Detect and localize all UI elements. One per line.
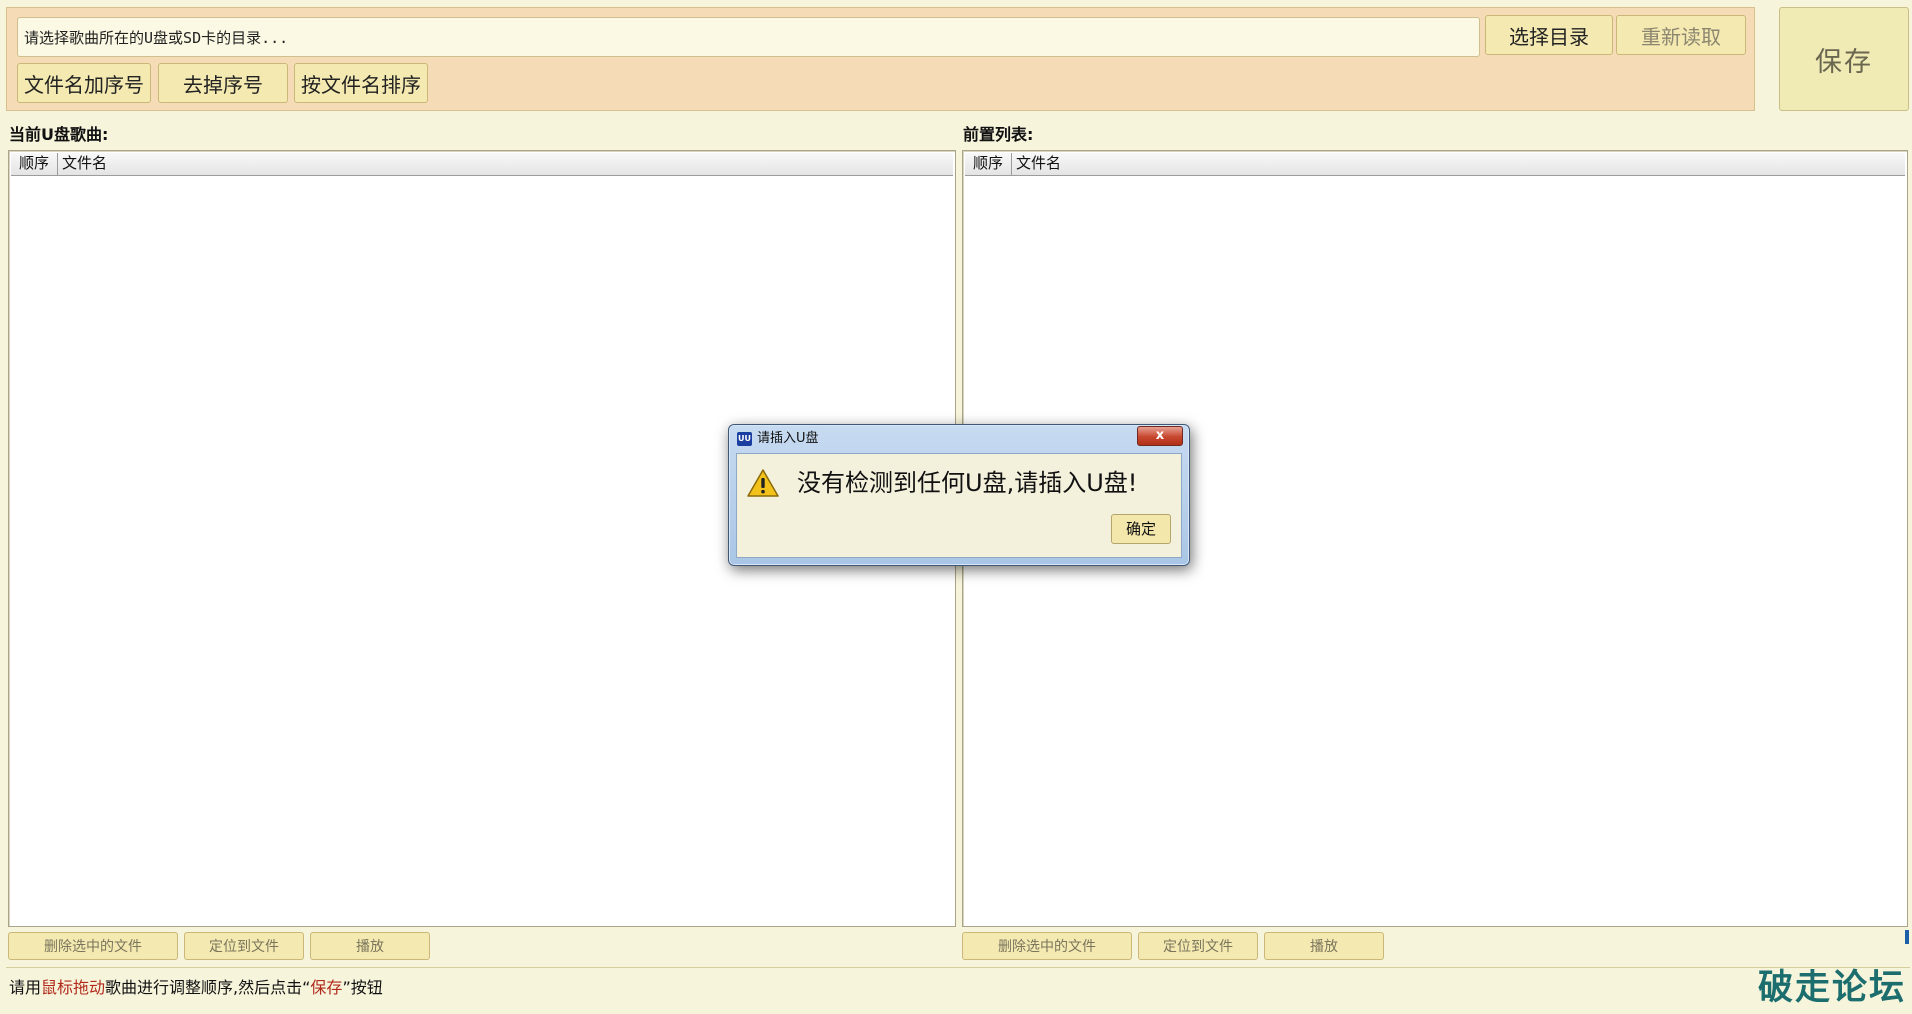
preset-list-title: 前置列表: xyxy=(963,125,1034,144)
close-icon[interactable]: x xyxy=(1137,426,1183,446)
remove-prefix-button[interactable]: 去掉序号 xyxy=(158,63,288,103)
reread-button[interactable]: 重新读取 xyxy=(1616,15,1746,55)
ok-button[interactable]: 确定 xyxy=(1111,514,1171,544)
status-text-part: ”按钮 xyxy=(342,978,383,997)
dialog-message: 没有检测到任何U盘,请插入U盘! xyxy=(797,469,1138,497)
status-highlight-drag: 鼠标拖动 xyxy=(41,978,106,997)
list-header: 顺序 文件名 xyxy=(965,153,1905,176)
sort-by-name-button[interactable]: 按文件名排序 xyxy=(294,63,428,103)
left-play-button[interactable]: 播放 xyxy=(310,932,430,960)
right-locate-file-button[interactable]: 定位到文件 xyxy=(1138,932,1258,960)
top-toolbar: 选择目录 重新读取 文件名加序号 去掉序号 按文件名排序 xyxy=(6,7,1755,111)
column-header-order[interactable]: 顺序 xyxy=(11,153,58,175)
right-play-button[interactable]: 播放 xyxy=(1264,932,1384,960)
add-prefix-button[interactable]: 文件名加序号 xyxy=(17,63,151,103)
dialog-titlebar[interactable]: UU 请插入U盘 x xyxy=(729,425,1189,451)
status-highlight-save: 保存 xyxy=(310,978,343,997)
right-delete-selected-button[interactable]: 删除选中的文件 xyxy=(962,932,1132,960)
status-text-part: 请用 xyxy=(9,978,42,997)
warning-icon xyxy=(747,469,779,497)
forum-watermark: 破走论坛 xyxy=(1758,968,1907,1008)
choose-directory-button[interactable]: 选择目录 xyxy=(1485,15,1613,55)
dialog-body: 没有检测到任何U盘,请插入U盘! 确定 xyxy=(736,453,1182,558)
status-separator xyxy=(6,967,1910,968)
status-text-part: 歌曲进行调整顺序,然后点击“ xyxy=(105,978,311,997)
status-hint: 请用鼠标拖动歌曲进行调整顺序,然后点击“保存”按钮 xyxy=(9,976,383,1000)
save-button[interactable]: 保存 xyxy=(1779,7,1909,111)
dialog-title: 请插入U盘 xyxy=(757,431,819,446)
column-header-order[interactable]: 顺序 xyxy=(965,153,1012,175)
insert-usb-dialog: UU 请插入U盘 x 没有检测到任何U盘,请插入U盘! 确定 xyxy=(728,424,1190,566)
current-songs-title: 当前U盘歌曲: xyxy=(9,125,109,144)
column-header-filename[interactable]: 文件名 xyxy=(1012,153,1905,175)
column-header-filename[interactable]: 文件名 xyxy=(58,153,953,175)
list-header: 顺序 文件名 xyxy=(11,153,953,176)
left-delete-selected-button[interactable]: 删除选中的文件 xyxy=(8,932,178,960)
app-icon: UU xyxy=(737,432,752,446)
directory-input[interactable] xyxy=(17,17,1480,57)
corner-mark xyxy=(1905,930,1909,944)
left-locate-file-button[interactable]: 定位到文件 xyxy=(184,932,304,960)
